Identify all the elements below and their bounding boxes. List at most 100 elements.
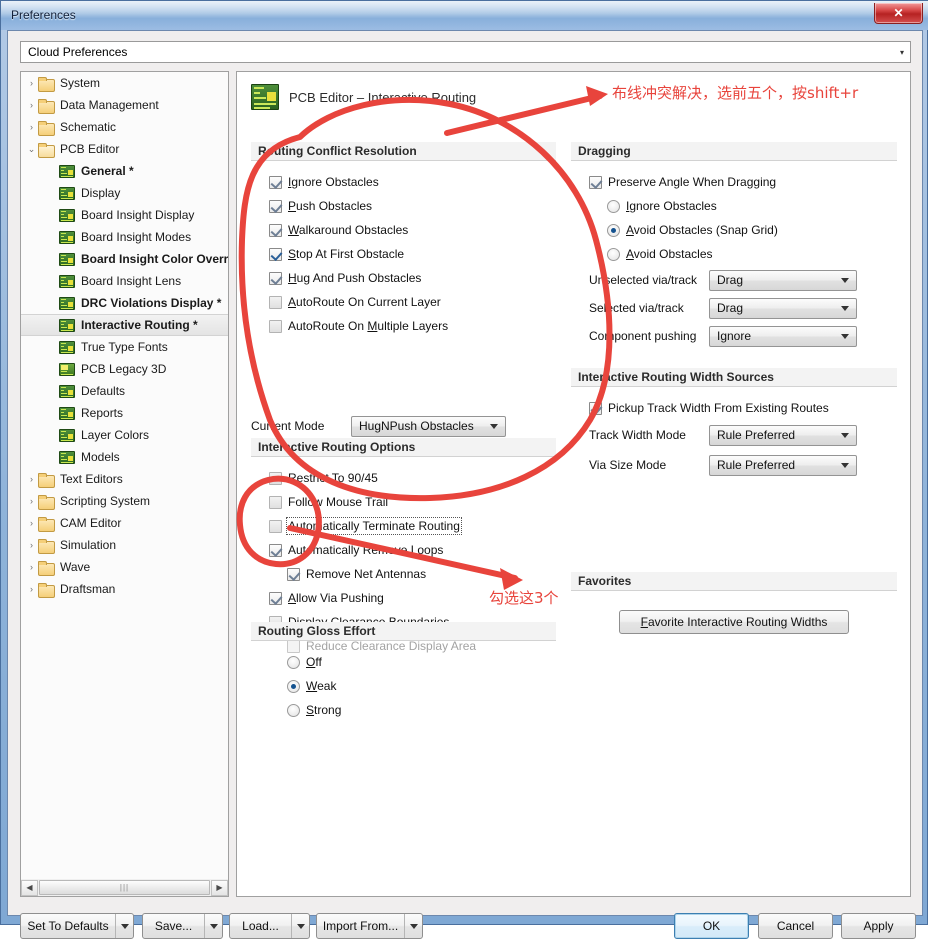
checkbox-row[interactable]: Automatically Remove Loops: [251, 538, 556, 562]
checkbox-row[interactable]: Pickup Track Width From Existing Routes: [571, 396, 897, 420]
radio-row[interactable]: Avoid Obstacles: [571, 242, 897, 266]
tree-item-simulation[interactable]: › Simulation: [21, 534, 228, 556]
tree-item-board-insight-modes[interactable]: Board Insight Modes: [21, 226, 228, 248]
tree-item-cam-editor[interactable]: › CAM Editor: [21, 512, 228, 534]
radio-row[interactable]: Off: [251, 650, 556, 674]
checkbox-row[interactable]: AutoRoute On Current Layer: [251, 290, 556, 314]
checkbox-row[interactable]: Follow Mouse Trail: [251, 490, 556, 514]
chevron-down-icon[interactable]: [291, 914, 309, 938]
tree-item-interactive-routing[interactable]: Interactive Routing *: [21, 314, 228, 336]
tree-horizontal-scrollbar[interactable]: ◀ ||| ▶: [20, 879, 229, 897]
checkbox-row[interactable]: Preserve Angle When Dragging: [571, 170, 897, 194]
checkbox-row[interactable]: Hug And Push Obstacles: [251, 266, 556, 290]
select-unselected-via-track[interactable]: Drag: [709, 269, 857, 291]
apply-button[interactable]: Apply: [841, 913, 916, 939]
tree-expander-icon[interactable]: ›: [25, 540, 38, 550]
tree-item-draftsman[interactable]: › Draftsman: [21, 578, 228, 600]
select-via-size-mode[interactable]: Rule Preferred: [709, 454, 857, 476]
scroll-right-icon[interactable]: ▶: [211, 879, 228, 896]
tree-item-pcb-legacy-3d[interactable]: PCB Legacy 3D: [21, 358, 228, 380]
import-from-button[interactable]: Import From...: [316, 913, 423, 939]
tree-expander-icon[interactable]: ›: [25, 562, 38, 572]
checkbox-ignore-obstacles[interactable]: [269, 175, 282, 189]
checkbox-automatically-remove-loops[interactable]: [269, 543, 282, 557]
checkbox-row[interactable]: Push Obstacles: [251, 194, 556, 218]
select-component-pushing[interactable]: Ignore: [709, 325, 857, 347]
cancel-button[interactable]: Cancel: [758, 913, 833, 939]
tree-item-pcb-editor[interactable]: ⌄ PCB Editor: [21, 138, 228, 160]
tree-item-board-insight-lens[interactable]: Board Insight Lens: [21, 270, 228, 292]
checkbox-autoroute-on-current-layer[interactable]: [269, 295, 282, 309]
checkbox-push-obstacles[interactable]: [269, 199, 282, 213]
scrollbar-thumb[interactable]: |||: [39, 880, 210, 895]
checkbox-walkaround-obstacles[interactable]: [269, 223, 282, 237]
preferences-tree[interactable]: › System › Data Management › Schematic ⌄ PCB Ed…: [20, 71, 229, 897]
tree-item-reports[interactable]: Reports: [21, 402, 228, 424]
tree-item-display[interactable]: Display: [21, 182, 228, 204]
checkbox-row[interactable]: Remove Net Antennas: [251, 562, 556, 586]
set-to-defaults-button[interactable]: Set To Defaults: [20, 913, 134, 939]
tree-expander-icon[interactable]: ›: [25, 518, 38, 528]
tree-expander-icon[interactable]: ›: [25, 100, 38, 110]
checkbox-automatically-terminate-routing[interactable]: [269, 519, 282, 533]
checkbox-row[interactable]: Walkaround Obstacles: [251, 218, 556, 242]
checkbox-row[interactable]: Ignore Obstacles: [251, 170, 556, 194]
radio-off[interactable]: [287, 655, 300, 669]
tree-item-schematic[interactable]: › Schematic: [21, 116, 228, 138]
tree-expander-icon[interactable]: ›: [25, 122, 38, 132]
checkbox-row[interactable]: Automatically Terminate Routing: [251, 514, 556, 538]
tree-item-board-insight-color-override[interactable]: Board Insight Color Override: [21, 248, 228, 270]
ok-button[interactable]: OK: [674, 913, 749, 939]
tree-item-defaults[interactable]: Defaults: [21, 380, 228, 402]
tree-item-board-insight-display[interactable]: Board Insight Display: [21, 204, 228, 226]
checkbox-stop-at-first-obstacle[interactable]: [269, 247, 282, 261]
checkbox-preserve-angle-when-dragging[interactable]: [589, 175, 602, 189]
tree-expander-icon[interactable]: ›: [25, 78, 38, 88]
cloud-preferences-select[interactable]: Cloud Preferences ▾: [20, 41, 911, 63]
scroll-left-icon[interactable]: ◀: [21, 879, 38, 896]
select-selected-via-track[interactable]: Drag: [709, 297, 857, 319]
tree-item-wave[interactable]: › Wave: [21, 556, 228, 578]
tree-item-layer-colors[interactable]: Layer Colors: [21, 424, 228, 446]
tree-expander-icon[interactable]: ⌄: [25, 144, 38, 154]
tree-item-scripting-system[interactable]: › Scripting System: [21, 490, 228, 512]
checkbox-row[interactable]: Allow Via Pushing: [251, 586, 556, 610]
checkbox-remove-net-antennas[interactable]: [287, 567, 300, 581]
checkbox-row[interactable]: AutoRoute On Multiple Layers: [251, 314, 556, 338]
save-button[interactable]: Save...: [142, 913, 223, 939]
checkbox-pickup-track-width[interactable]: [589, 401, 602, 415]
load-button[interactable]: Load...: [229, 913, 310, 939]
checkbox-allow-via-pushing[interactable]: [269, 591, 282, 605]
select-track-width-mode[interactable]: Rule Preferred: [709, 424, 857, 446]
radio-row[interactable]: Avoid Obstacles (Snap Grid): [571, 218, 897, 242]
tree-item-true-type-fonts[interactable]: True Type Fonts: [21, 336, 228, 358]
checkbox-hug-and-push-obstacles[interactable]: [269, 271, 282, 285]
tree-item-drc-violations-display[interactable]: DRC Violations Display *: [21, 292, 228, 314]
tree-expander-icon[interactable]: ›: [25, 584, 38, 594]
tree-item-data-management[interactable]: › Data Management: [21, 94, 228, 116]
radio-avoid-obstacles-snap-grid-[interactable]: [607, 223, 620, 237]
chevron-down-icon[interactable]: [115, 914, 133, 938]
radio-row[interactable]: Ignore Obstacles: [571, 194, 897, 218]
chevron-down-icon[interactable]: [404, 914, 422, 938]
radio-strong[interactable]: [287, 703, 300, 717]
checkbox-row[interactable]: Restrict To 90/45: [251, 466, 556, 490]
tree-expander-icon[interactable]: ›: [25, 474, 38, 484]
tree-expander-icon[interactable]: ›: [25, 496, 38, 506]
radio-row[interactable]: Strong: [251, 698, 556, 722]
tree-item-general[interactable]: General *: [21, 160, 228, 182]
radio-ignore-obstacles[interactable]: [607, 199, 620, 213]
radio-avoid-obstacles[interactable]: [607, 247, 620, 261]
chevron-down-icon[interactable]: [204, 914, 222, 938]
checkbox-row[interactable]: Stop At First Obstacle: [251, 242, 556, 266]
radio-weak[interactable]: [287, 679, 300, 693]
checkbox-autoroute-on-multiple-layers[interactable]: [269, 319, 282, 333]
tree-item-models[interactable]: Models: [21, 446, 228, 468]
radio-row[interactable]: Weak: [251, 674, 556, 698]
tree-item-system[interactable]: › System: [21, 72, 228, 94]
close-icon[interactable]: ✕: [874, 3, 923, 24]
checkbox-follow-mouse-trail[interactable]: [269, 495, 282, 509]
checkbox-restrict-to-90-45[interactable]: [269, 471, 282, 485]
tree-item-text-editors[interactable]: › Text Editors: [21, 468, 228, 490]
favorite-interactive-routing-widths-button[interactable]: Favorite Interactive Routing Widths: [619, 610, 849, 634]
